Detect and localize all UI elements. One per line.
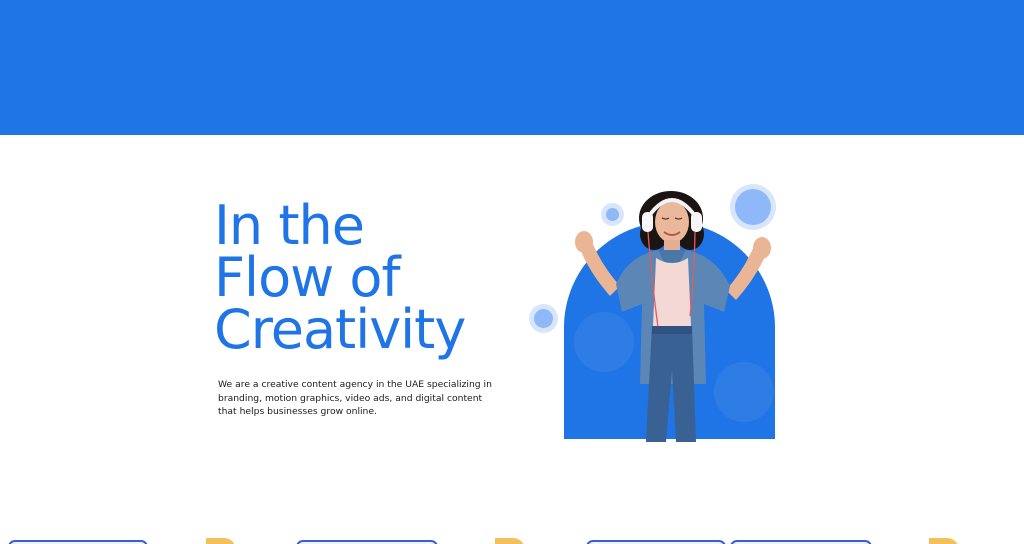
hero-title-line: Creativity	[214, 298, 466, 361]
card-strip-preview	[0, 536, 1024, 544]
hero-title: In the Flow of Creativity	[214, 194, 534, 361]
woman-with-headphones-illustration	[575, 191, 771, 442]
decor-bubble	[534, 309, 553, 328]
hero-description: We are a creative content agency in the …	[218, 379, 492, 417]
hero-title-line: In the	[214, 194, 365, 257]
preview-card	[730, 540, 872, 544]
yellow-shape-icon	[206, 538, 236, 544]
yellow-shape-icon	[495, 538, 525, 544]
yellow-shape-icon	[929, 538, 959, 544]
hero-title-line: Flow of	[214, 246, 400, 309]
header-banner	[0, 0, 1024, 135]
preview-card	[586, 540, 726, 544]
preview-card	[8, 540, 148, 544]
hero-image	[528, 180, 788, 442]
page: In the Flow of Creativity We are a creat…	[0, 0, 1024, 544]
preview-card	[296, 540, 438, 544]
